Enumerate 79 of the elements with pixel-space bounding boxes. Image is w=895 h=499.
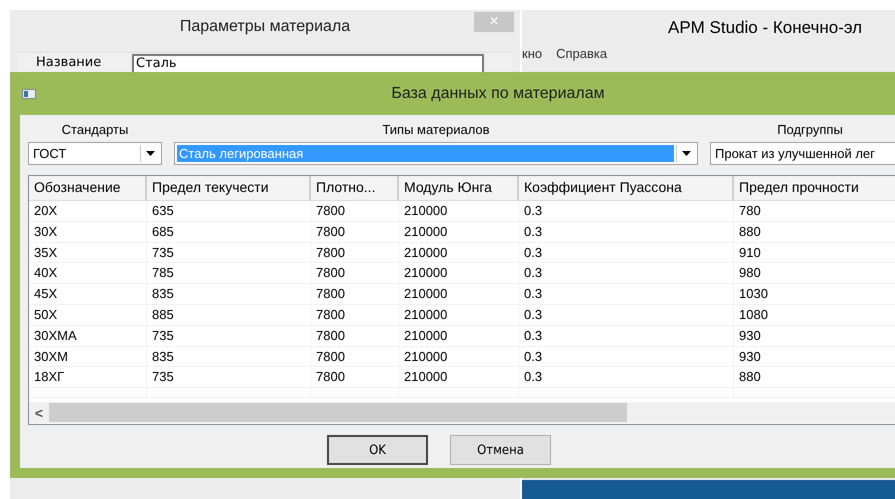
table-cell: 0.3 bbox=[519, 284, 734, 304]
table-cell: 20X bbox=[29, 201, 147, 221]
table-cell: 30XM bbox=[29, 346, 147, 366]
table-cell: 0.3 bbox=[519, 326, 734, 346]
table-cell: 210000 bbox=[399, 326, 519, 346]
table-cell: 210000 bbox=[399, 222, 519, 242]
table-cell: 50X bbox=[29, 304, 147, 325]
table-cell: 210000 bbox=[399, 284, 519, 304]
table-cell: 0.3 bbox=[519, 346, 734, 366]
table-cell: 0.3 bbox=[519, 367, 734, 388]
table-cell: 880 bbox=[734, 367, 895, 388]
table-cell: 780 bbox=[734, 201, 895, 221]
table-cell: 45X bbox=[29, 284, 147, 304]
column-header[interactable]: Плотно... bbox=[311, 176, 399, 200]
window-title: Параметры материала bbox=[180, 18, 350, 36]
table-cell: 1030 bbox=[734, 284, 895, 304]
table-cell: 210000 bbox=[399, 242, 519, 262]
window-title: APM Studio - Конечно-эл bbox=[668, 18, 864, 38]
table-cell: 910 bbox=[734, 242, 895, 262]
field-label: Название bbox=[36, 55, 102, 70]
table-cell: 0.3 bbox=[519, 222, 734, 242]
dialog-button[interactable]: OK bbox=[327, 435, 428, 465]
table-cell: 7800 bbox=[311, 284, 399, 304]
table-cell: 930 bbox=[734, 346, 895, 366]
table-cell: 885 bbox=[147, 304, 311, 325]
scrollbar-thumb[interactable] bbox=[49, 403, 627, 422]
filter-label: Стандарты bbox=[62, 122, 128, 137]
table-cell: 7800 bbox=[311, 304, 399, 325]
column-header[interactable]: Предел прочности bbox=[734, 176, 895, 200]
column-header[interactable]: Обозначение bbox=[29, 176, 147, 200]
table-cell: 7800 bbox=[311, 326, 399, 346]
table-cell: 210000 bbox=[399, 263, 519, 284]
table-cell: 210000 bbox=[399, 201, 519, 221]
table-cell: 210000 bbox=[399, 304, 519, 325]
dropdown[interactable]: ГОСТ bbox=[28, 142, 162, 165]
table-cell: 30X bbox=[29, 222, 147, 242]
window-icon bbox=[22, 88, 36, 98]
horizontal-scrollbar[interactable]: < bbox=[29, 402, 895, 423]
table-cell: 980 bbox=[734, 263, 895, 284]
table-cell: 0.3 bbox=[519, 242, 734, 262]
table-cell: 210000 bbox=[399, 367, 519, 388]
table-cell: 7800 bbox=[311, 367, 399, 388]
table-cell: 880 bbox=[734, 222, 895, 242]
table-cell: 0.3 bbox=[519, 201, 734, 221]
table-cell: 835 bbox=[147, 346, 311, 366]
menu-item[interactable]: кно bbox=[522, 46, 542, 61]
table-cell: 35X bbox=[29, 242, 147, 262]
column-header[interactable]: Предел текучести bbox=[147, 176, 311, 200]
table-cell: 685 bbox=[147, 222, 311, 242]
table-cell: 635 bbox=[147, 201, 311, 221]
table-cell: 0.3 bbox=[519, 263, 734, 284]
dialog-title: База данных по материалам bbox=[390, 84, 606, 102]
dialog-button[interactable]: Отмена bbox=[450, 435, 551, 465]
table-cell: 835 bbox=[147, 284, 311, 304]
table-cell: 7800 bbox=[311, 222, 399, 242]
table-cell: 210000 bbox=[399, 346, 519, 366]
table-cell: 0.3 bbox=[519, 304, 734, 325]
filter-label: Подгруппы bbox=[777, 122, 843, 137]
column-header[interactable]: Коэффициент Пуассона bbox=[519, 176, 734, 200]
table-cell: 18XГ bbox=[29, 367, 147, 388]
dropdown-arrow-icon bbox=[682, 151, 690, 156]
table-cell: 40X bbox=[29, 263, 147, 284]
table-cell: 785 bbox=[147, 263, 311, 284]
table-cell: 735 bbox=[147, 242, 311, 262]
table-cell: 7800 bbox=[311, 242, 399, 262]
table-cell: 735 bbox=[147, 326, 311, 346]
scroll-left-button[interactable]: < bbox=[29, 404, 49, 420]
column-header[interactable]: Модуль Юнга bbox=[399, 176, 519, 200]
table-cell: 7800 bbox=[311, 263, 399, 284]
menu-item[interactable]: Справка bbox=[556, 46, 608, 61]
table-cell: 735 bbox=[147, 367, 311, 388]
filter-label: Типы материалов bbox=[382, 122, 490, 137]
dropdown[interactable]: Прокат из улучшенной лег bbox=[710, 142, 895, 165]
table-cell: 30XMA bbox=[29, 326, 147, 346]
table-cell: 7800 bbox=[311, 201, 399, 221]
dropdown-arrow-icon bbox=[146, 151, 154, 156]
table-cell: 7800 bbox=[311, 346, 399, 366]
table-cell: 1080 bbox=[734, 304, 895, 325]
table-cell: 930 bbox=[734, 326, 895, 346]
